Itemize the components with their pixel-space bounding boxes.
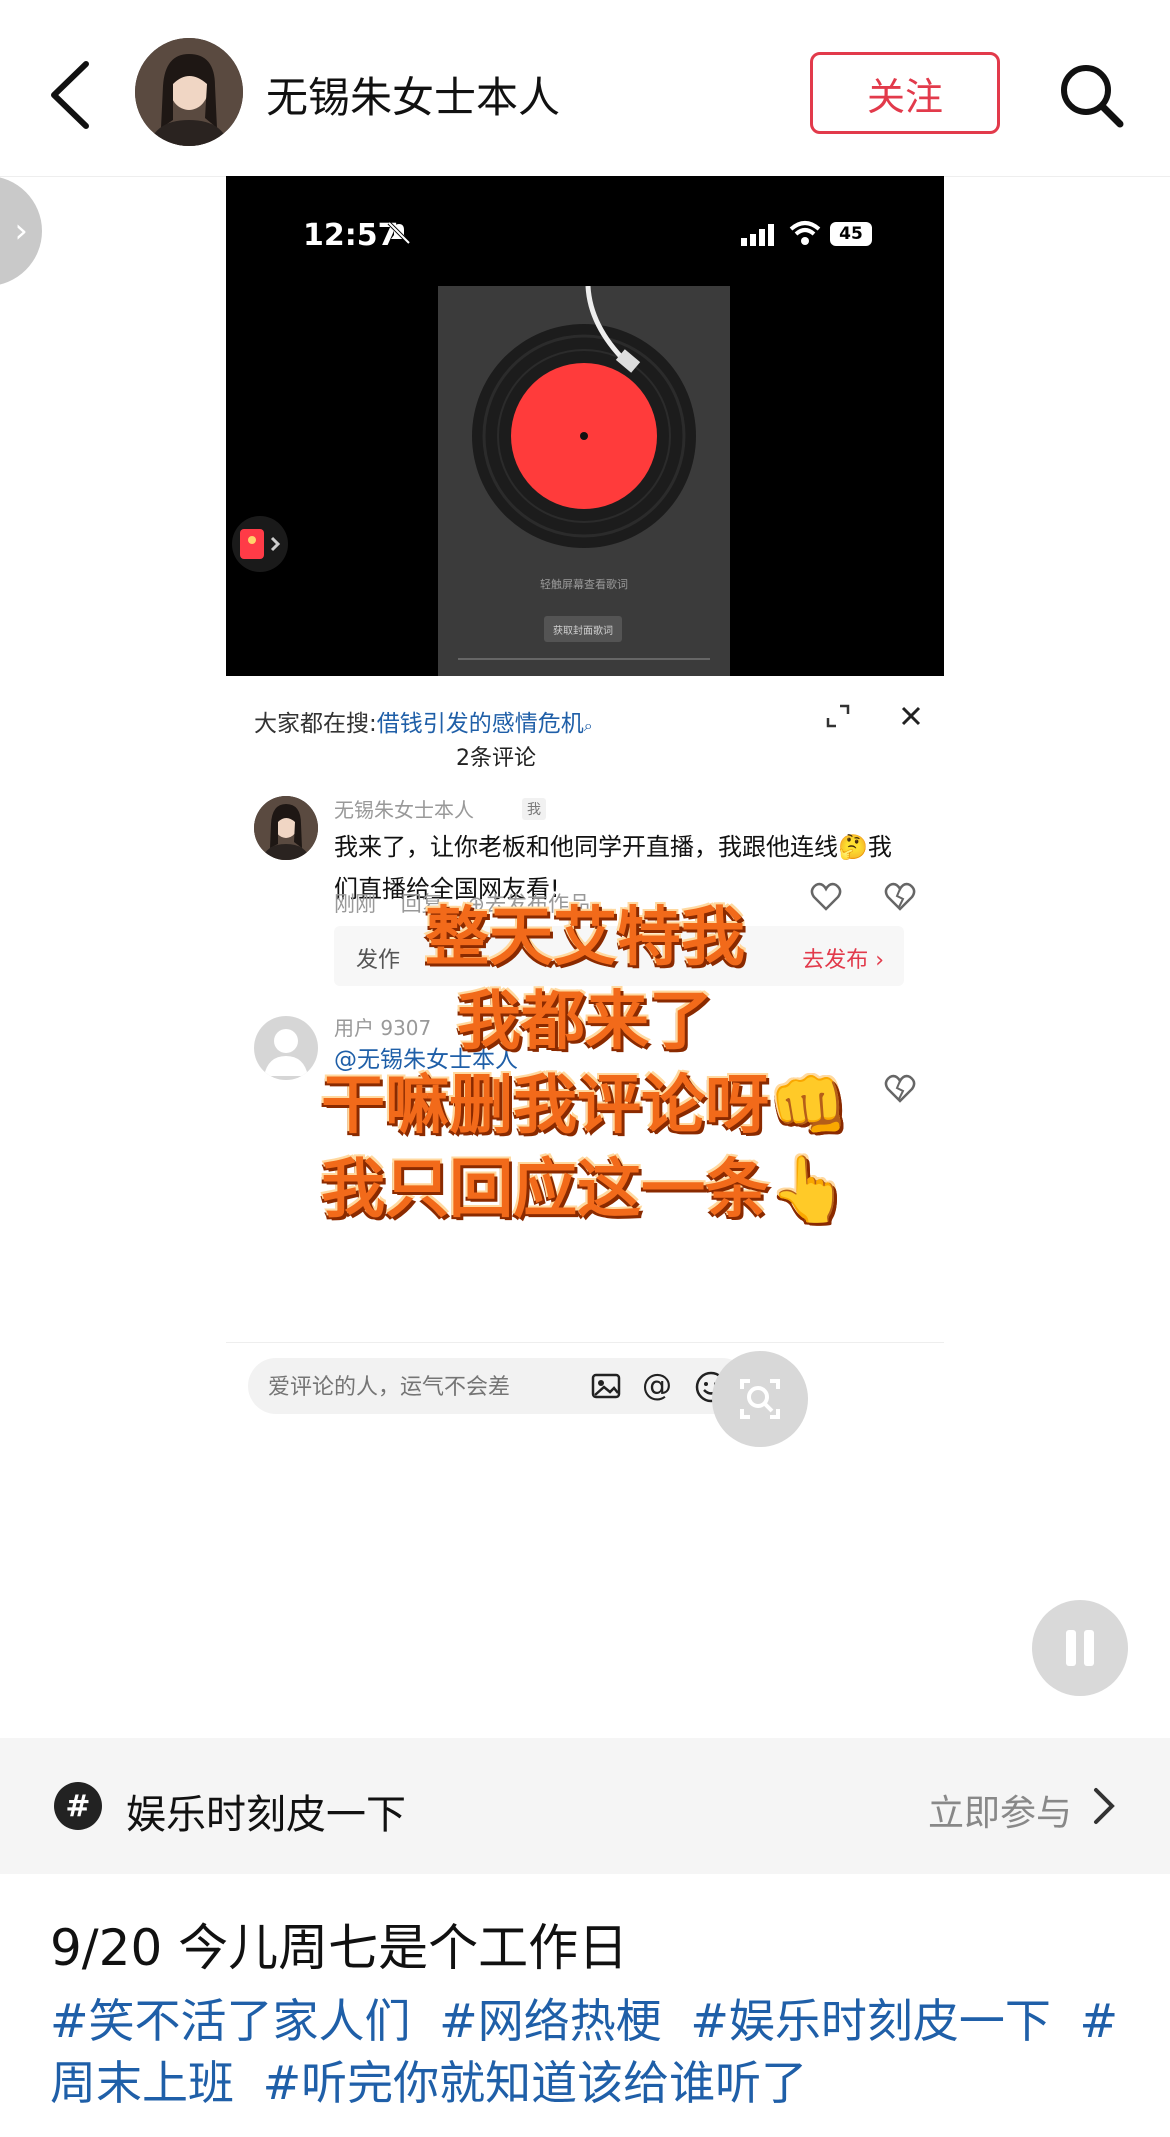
battery-indicator: 45 [830,222,872,246]
pause-icon [1066,1630,1094,1666]
comment-avatar[interactable] [254,796,318,860]
hashtag-list: #笑不活了家人们 #网络热梗 #娱乐时刻皮一下 #周末上班 #听完你就知道该给谁… [50,1990,1130,2114]
trending-search-tip[interactable]: 大家都在搜:借钱引发的感情危机⌕ [254,704,593,738]
post-title: 9/20 今儿周七是个工作日 [50,1919,629,1977]
signal-icon [741,224,774,246]
hashtag-icon: # [54,1782,102,1830]
get-lyrics-button[interactable]: 获取封面歌词 [544,616,622,642]
comment-author[interactable]: 无锡朱女士本人 [334,794,474,823]
mute-bell-icon [387,221,411,245]
side-drawer-handle[interactable]: › [0,176,42,286]
topic-name[interactable]: 娱乐时刻皮一下 [126,1782,406,1840]
comment-input-bar[interactable]: @ [248,1358,750,1416]
overlay-line: 我都来了 [457,985,713,1059]
search-icon[interactable] [1056,60,1126,130]
overlay-caption: 整天艾特我 我都来了 干嘛删我评论呀👊 我只回应这一条👆 [226,896,944,1232]
embedded-screenshot: 12:57 45 轻触屏幕查看歌词 获取封面歌词 大家都在搜:借钱引发的感情危机… [226,176,944,1591]
trending-keyword[interactable]: 借钱引发的感情危机 [377,711,584,737]
join-topic-button[interactable]: 立即参与 [928,1784,1072,1836]
hashtag-link[interactable]: #网络热梗 [439,1994,662,2048]
follow-button[interactable]: 关注 [810,52,1000,134]
status-clock: 12:57 [303,218,399,253]
at-mention-icon[interactable]: @ [642,1368,672,1403]
close-icon[interactable] [891,696,931,736]
vinyl-record-icon [472,286,696,548]
progress-track[interactable] [458,658,710,660]
comment-sheet: 大家都在搜:借钱引发的感情危机⌕ 2条评论 无锡朱女士本人 我 我来了，让你老板… [226,676,944,1591]
phone-screen: 12:57 45 轻触屏幕查看歌词 获取封面歌词 [226,176,944,676]
red-envelope-icon [240,529,281,559]
chevron-right-icon: › [14,211,28,251]
hashtag-link[interactable]: #笑不活了家人们 [50,1994,411,2048]
topic-bar[interactable]: # 娱乐时刻皮一下 立即参与 [0,1738,1170,1874]
top-bar: 无锡朱女士本人 关注 [0,0,1170,177]
author-avatar[interactable] [135,38,243,146]
comment-count: 2条评论 [456,746,536,771]
wifi-icon [789,221,821,245]
music-player: 轻触屏幕查看歌词 获取封面歌词 [438,286,730,676]
comment-input[interactable] [266,1358,590,1416]
hashtag-link[interactable]: #听完你就知道该给谁听了 [263,2056,808,2110]
me-badge: 我 [522,798,546,820]
red-envelope-button[interactable] [232,516,288,572]
trending-prefix: 大家都在搜: [254,711,377,737]
back-arrow-icon[interactable] [46,58,96,132]
small-search-icon: ⌕ [583,716,593,735]
chevron-right-icon[interactable] [1092,1786,1116,1826]
overlay-line: 干嘛删我评论呀👊 [321,1069,849,1143]
player-hint: 轻触屏幕查看歌词 [540,578,628,591]
author-name[interactable]: 无锡朱女士本人 [266,64,560,125]
hashtag-link[interactable]: #娱乐时刻皮一下 [690,1994,1051,2048]
expand-icon[interactable] [818,696,858,736]
image-search-button[interactable] [712,1351,808,1447]
scan-search-icon [740,1379,780,1419]
overlay-line: 我只回应这一条👆 [321,1153,849,1227]
pause-button[interactable] [1032,1600,1128,1696]
image-icon[interactable] [590,1370,622,1402]
overlay-line: 整天艾特我 [425,901,745,975]
divider [226,1342,944,1343]
